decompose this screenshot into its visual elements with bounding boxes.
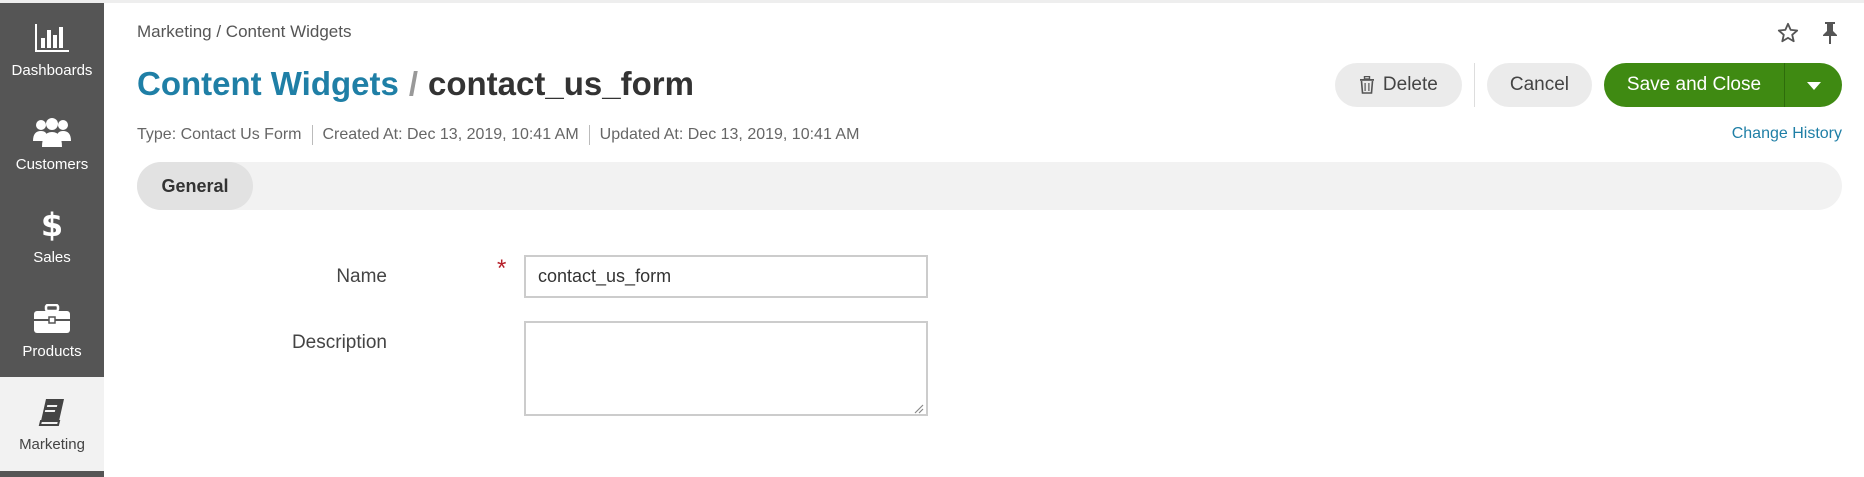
- save-and-close-button[interactable]: Save and Close: [1604, 63, 1784, 107]
- save-options-dropdown[interactable]: [1784, 63, 1842, 107]
- sidebar-item-customers[interactable]: Customers: [0, 97, 104, 191]
- pin-icon[interactable]: [1818, 21, 1842, 45]
- description-label: Description: [291, 332, 387, 353]
- delete-button[interactable]: Delete: [1334, 63, 1462, 107]
- required-mark: *: [497, 255, 507, 282]
- users-icon: [33, 114, 71, 150]
- sidebar: Dashboards Customers $ Sales Products Ma…: [0, 3, 104, 477]
- entity-name: contact_us_form: [428, 65, 694, 102]
- sidebar-item-dashboards[interactable]: Dashboards: [0, 3, 104, 97]
- tabs-bar: General: [137, 162, 1842, 210]
- caret-down-icon: [1806, 74, 1821, 96]
- sidebar-item-products[interactable]: Products: [0, 284, 104, 378]
- name-label: Name: [336, 266, 387, 287]
- save-button-group: Save and Close: [1604, 63, 1842, 107]
- name-field[interactable]: contact_us_form: [524, 255, 928, 298]
- meta-created: Created At: Dec 13, 2019, 10:41 AM: [311, 125, 589, 145]
- svg-text:$: $: [42, 208, 62, 242]
- book-icon: [37, 394, 67, 430]
- top-icons: [1776, 21, 1842, 45]
- star-icon[interactable]: [1776, 21, 1800, 45]
- breadcrumb[interactable]: Marketing / Content Widgets: [137, 22, 351, 42]
- action-bar: Delete Cancel Save and Close: [1334, 63, 1842, 107]
- tab-general[interactable]: General: [137, 162, 253, 210]
- change-history-link[interactable]: Change History: [1732, 125, 1842, 143]
- sidebar-item-sales[interactable]: $ Sales: [0, 190, 104, 284]
- resize-grip-icon[interactable]: [912, 401, 924, 414]
- meta-type: Type: Contact Us Form: [137, 126, 302, 143]
- bar-chart-icon: [35, 20, 69, 56]
- app-root: Dashboards Customers $ Sales Products Ma…: [0, 0, 1864, 477]
- delete-button-label: Delete: [1382, 74, 1438, 95]
- sidebar-item-label: Customers: [15, 155, 89, 173]
- main-content: Marketing / Content Widgets Content Widg…: [104, 3, 1864, 477]
- entity-meta: Type: Contact Us Form Created At: Dec 13…: [137, 125, 869, 145]
- trash-icon: [1359, 76, 1375, 94]
- action-divider: [1473, 63, 1475, 107]
- sidebar-item-marketing[interactable]: Marketing: [0, 377, 104, 471]
- title-separator: /: [408, 65, 419, 102]
- sidebar-item-label: Dashboards: [11, 62, 93, 80]
- sidebar-item-label: Sales: [33, 249, 71, 267]
- description-field[interactable]: [524, 321, 928, 416]
- sidebar-item-label: Products: [22, 342, 82, 360]
- briefcase-icon: [34, 301, 70, 337]
- cancel-button[interactable]: Cancel: [1486, 63, 1592, 107]
- dollar-icon: $: [42, 207, 62, 243]
- meta-updated: Updated At: Dec 13, 2019, 10:41 AM: [588, 125, 870, 145]
- title-breadcrumb-link[interactable]: Content Widgets: [137, 65, 399, 102]
- sidebar-item-label: Marketing: [19, 436, 85, 454]
- page-title: Content Widgets / contact_us_form: [137, 65, 694, 103]
